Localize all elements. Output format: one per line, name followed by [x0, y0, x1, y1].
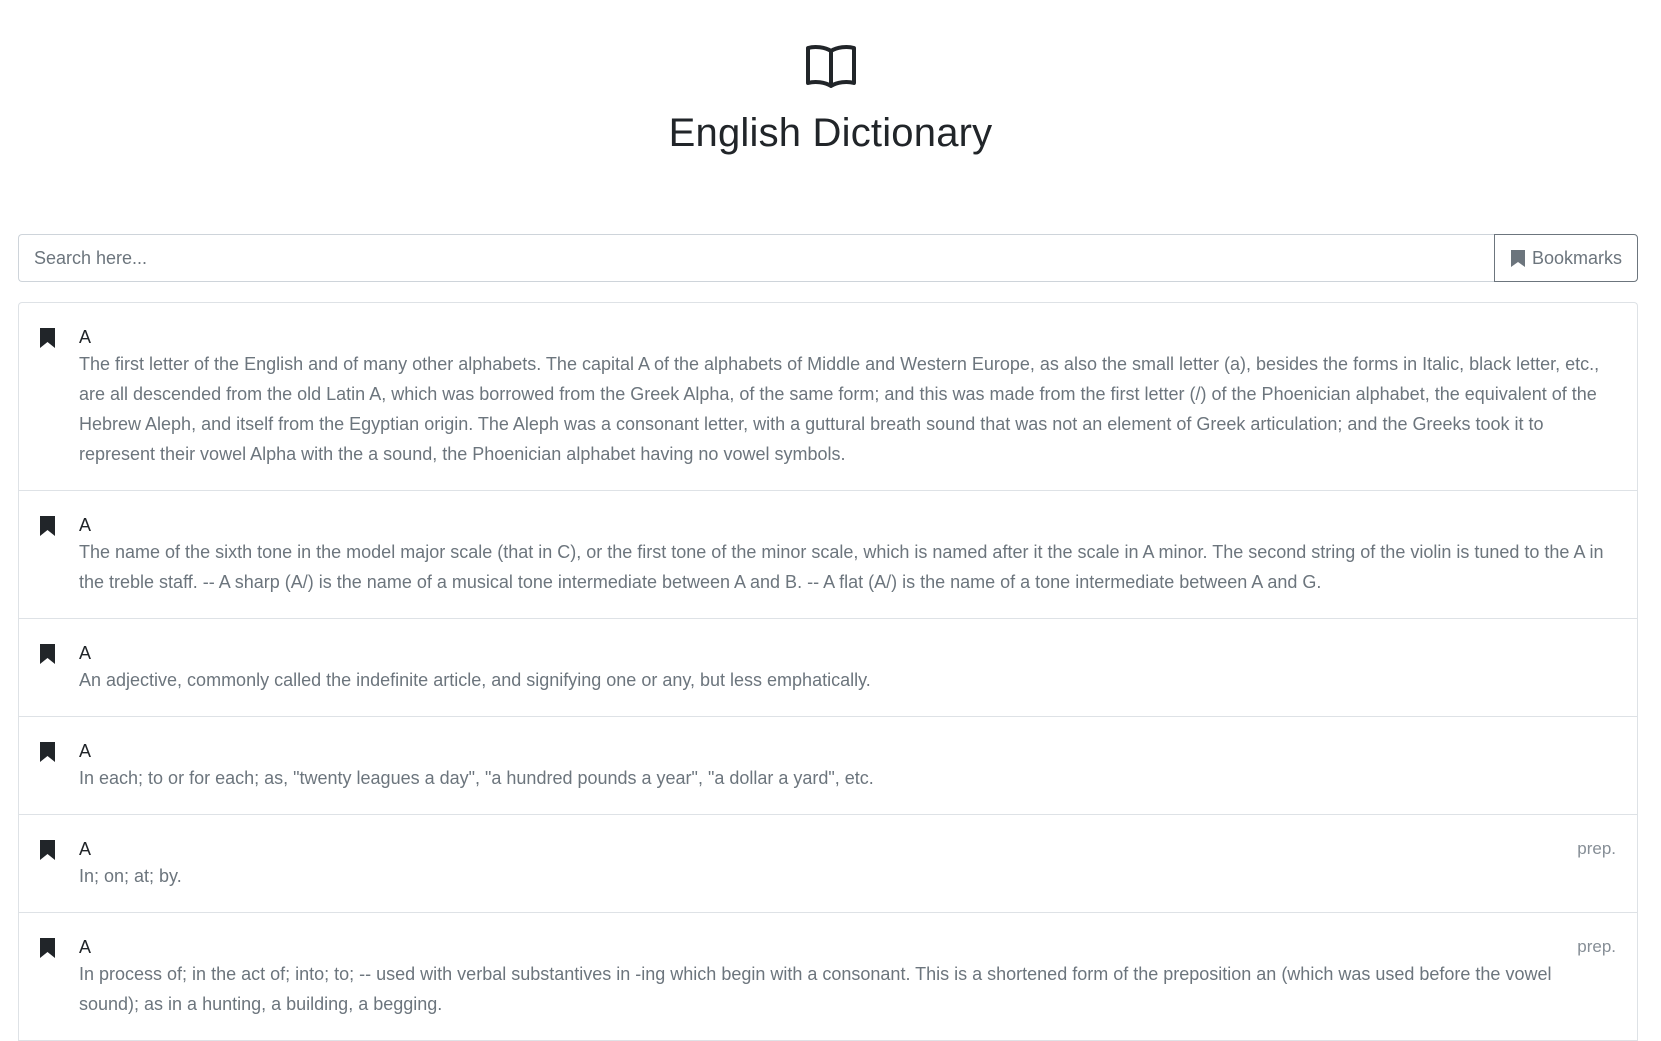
bookmarks-button-label: Bookmarks — [1531, 247, 1622, 268]
search-bar: Bookmarks — [18, 234, 1638, 282]
bookmark-icon — [1510, 249, 1525, 267]
entry-list: A The first letter of the English and of … — [18, 302, 1638, 1041]
bookmark-toggle-icon[interactable] — [39, 327, 56, 349]
open-book-icon — [805, 45, 856, 88]
list-item: Aprep. In process of; in the act of; into… — [19, 913, 1637, 1041]
list-item: A The first letter of the English and of … — [19, 303, 1637, 491]
entry-word: A — [79, 741, 92, 761]
bookmark-toggle-icon[interactable] — [39, 515, 56, 537]
page-title: English Dictionary — [668, 111, 993, 155]
list-item: Aprep. In; on; at; by. — [19, 815, 1637, 913]
entry-word: A — [79, 937, 92, 957]
entry-definition: In process of; in the act of; into; to; … — [79, 964, 1552, 1014]
entry-definition: In; on; at; by. — [79, 866, 182, 886]
entry-word: A — [79, 839, 92, 859]
entry-part-of-speech: prep. — [1577, 937, 1616, 956]
entry-definition: The first letter of the English and of m… — [79, 354, 1600, 464]
search-input[interactable] — [18, 234, 1494, 282]
bookmark-toggle-icon[interactable] — [39, 741, 56, 763]
list-item: A The name of the sixth tone in the model… — [19, 491, 1637, 619]
entry-definition: The name of the sixth tone in the model … — [79, 542, 1604, 592]
page-header: English Dictionary — [0, 0, 1661, 159]
bookmark-toggle-icon[interactable] — [39, 937, 56, 959]
bookmark-toggle-icon[interactable] — [39, 839, 56, 861]
bookmarks-button[interactable]: Bookmarks — [1493, 234, 1638, 282]
bookmark-toggle-icon[interactable] — [39, 643, 56, 665]
list-item: A An adjective, commonly called the indef… — [19, 619, 1637, 717]
entry-word: A — [79, 515, 92, 535]
list-item: A In each; to or for each; as, "twenty le… — [19, 717, 1637, 815]
entry-word: A — [79, 643, 92, 663]
entry-definition: An adjective, commonly called the indefi… — [79, 670, 871, 690]
entry-word: A — [79, 327, 92, 347]
entry-part-of-speech: prep. — [1577, 839, 1616, 858]
entry-definition: In each; to or for each; as, "twenty lea… — [79, 768, 874, 788]
